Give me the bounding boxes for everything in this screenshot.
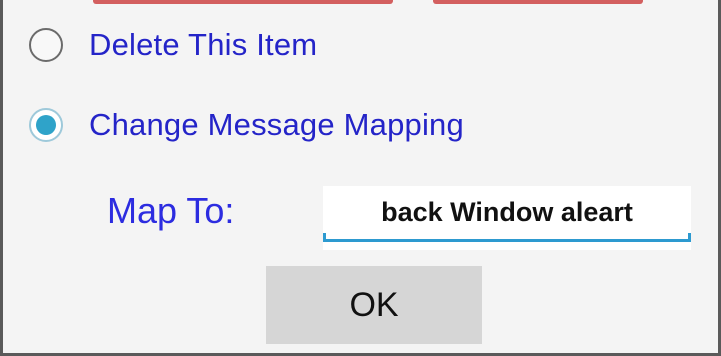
option-change-mapping-label: Change Message Mapping xyxy=(89,107,464,142)
radio-delete-item[interactable] xyxy=(29,28,63,62)
ok-button[interactable]: OK xyxy=(266,266,482,344)
option-change-mapping[interactable]: Change Message Mapping xyxy=(29,107,464,143)
clipped-content-above xyxy=(3,0,718,12)
map-to-label: Map To: xyxy=(107,190,235,231)
map-to-underline xyxy=(323,233,691,242)
map-to-field[interactable] xyxy=(323,186,691,250)
message-mapping-dialog: Delete This Item Change Message Mapping … xyxy=(0,0,721,356)
option-delete-item[interactable]: Delete This Item xyxy=(29,27,317,63)
option-delete-item-label: Delete This Item xyxy=(89,27,318,62)
map-to-input[interactable] xyxy=(323,186,691,238)
radio-change-mapping[interactable] xyxy=(29,108,63,142)
